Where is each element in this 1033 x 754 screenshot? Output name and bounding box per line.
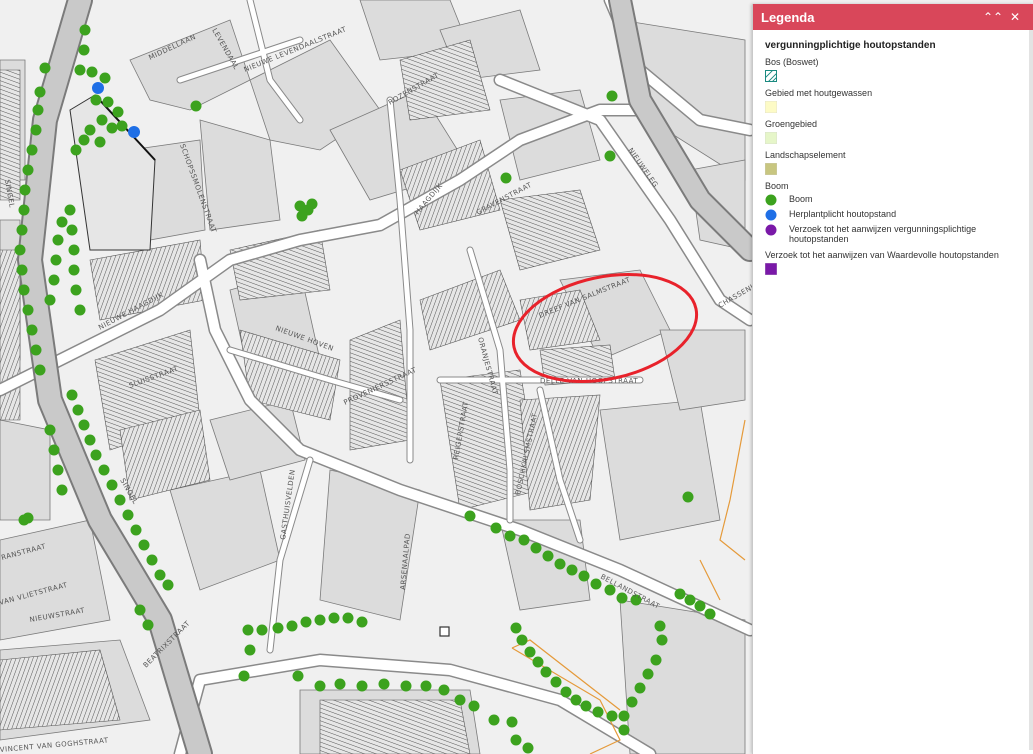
legend-square-icon <box>765 263 777 275</box>
legend-item <box>765 132 1022 144</box>
legend-circle-icon <box>765 194 777 206</box>
legend-hatch-icon <box>765 70 777 82</box>
legend-group-title: Gebied met houtgewassen <box>765 88 873 98</box>
legend-item <box>765 70 1022 82</box>
point-marker <box>439 626 450 637</box>
legend-group-title: Bos (Boswet) <box>765 57 819 67</box>
legend-group-title: Groengebied <box>765 119 818 129</box>
legend-circle-icon <box>765 224 777 236</box>
legend-item: Verzoek tot het aanwijzen vergunningspli… <box>765 224 1022 244</box>
legend-item: Herplantplicht houtopstand <box>765 209 1022 221</box>
close-icon[interactable]: ✕ <box>1004 10 1026 24</box>
legend-circle-icon <box>765 209 777 221</box>
collapse-icon[interactable]: ⌃⌃ <box>982 10 1004 24</box>
legend-header: Legenda ⌃⌃ ✕ <box>753 4 1033 30</box>
legend-item <box>765 163 1022 175</box>
legend-group-title: Landschapselement <box>765 150 846 160</box>
legend-group-title: Verzoek tot het aanwijzen van Waardevoll… <box>765 250 999 260</box>
legend-item-label: Boom <box>789 194 813 204</box>
legend-panel: Legenda ⌃⌃ ✕ vergunningplichtige houtops… <box>752 4 1033 754</box>
scrollbar[interactable] <box>1029 30 1033 750</box>
legend-item <box>765 263 1022 275</box>
legend-item <box>765 101 1022 113</box>
legend-body: vergunningplichtige houtopstanden Bos (B… <box>753 30 1033 288</box>
legend-layer-title: vergunningplichtige houtopstanden <box>765 40 936 51</box>
legend-square-icon <box>765 101 777 113</box>
legend-item-label: Verzoek tot het aanwijzen vergunningspli… <box>789 224 977 244</box>
legend-square-icon <box>765 163 777 175</box>
legend-item-label: Herplantplicht houtopstand <box>789 209 897 219</box>
legend-title: Legenda <box>761 9 815 25</box>
legend-square-icon <box>765 132 777 144</box>
legend-item: Boom <box>765 194 1022 206</box>
legend-group-title: Boom <box>765 181 789 191</box>
